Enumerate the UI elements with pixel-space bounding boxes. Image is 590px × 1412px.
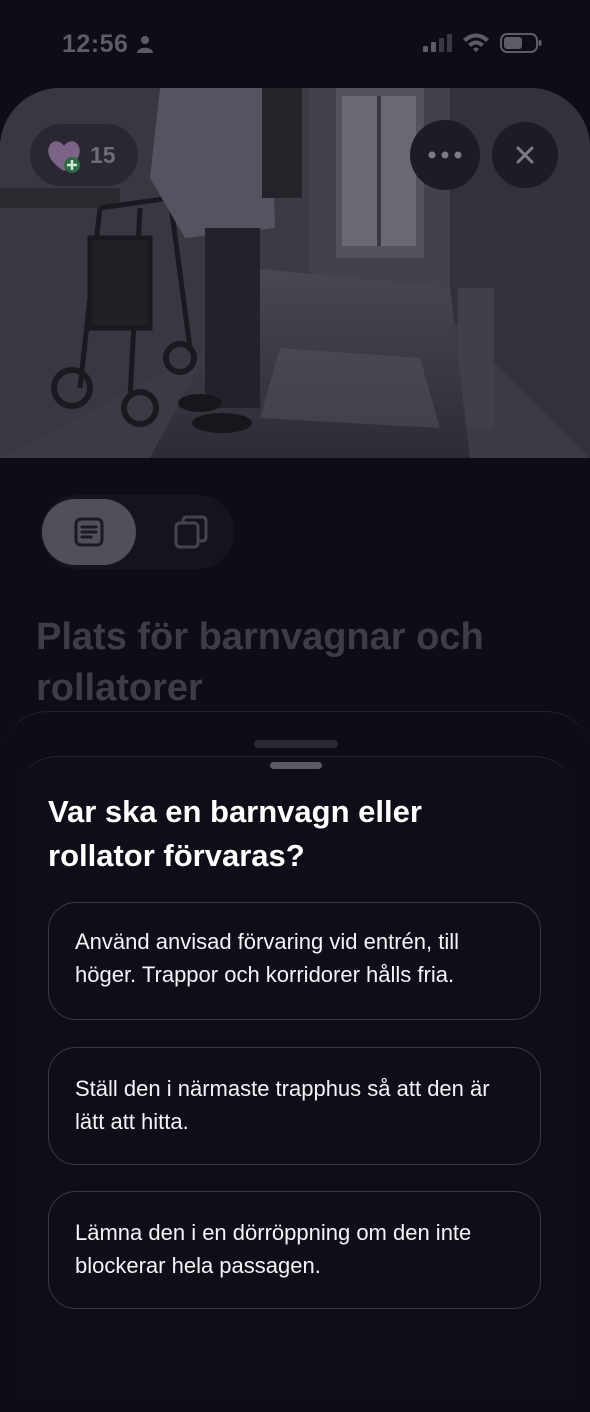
close-icon <box>516 146 534 164</box>
status-time: 12:56 <box>62 30 129 58</box>
more-button[interactable] <box>410 120 480 190</box>
person-icon <box>137 36 153 53</box>
page-title: Plats för barnvagnar och rollatorer <box>36 616 484 709</box>
wifi-icon <box>463 33 489 52</box>
sheet-drag-handle[interactable] <box>270 762 322 769</box>
answer-option-label: Lämna den i en dörröppning om den inte b… <box>75 1220 472 1278</box>
answer-option-label: Ställ den i närmaste trapphus så att den… <box>75 1076 490 1134</box>
question-text: Var ska en barnvagn eller rollator förva… <box>48 794 422 873</box>
hearts-badge[interactable]: 15 <box>30 124 138 186</box>
document-icon <box>74 517 104 547</box>
signal-icon <box>423 34 452 52</box>
answer-option-label: Använd anvisad förvaring vid entrén, til… <box>75 929 459 987</box>
ellipsis-icon <box>428 151 462 159</box>
view-toggle <box>40 495 234 569</box>
answer-option-3[interactable]: Lämna den i en dörröppning om den inte b… <box>48 1191 541 1309</box>
heart-plus-icon <box>48 141 80 173</box>
answer-option-1[interactable]: Använd anvisad förvaring vid entrén, til… <box>48 902 541 1020</box>
close-button[interactable] <box>492 122 558 188</box>
cards-icon[interactable] <box>172 513 210 551</box>
answer-option-2[interactable]: Ställ den i närmaste trapphus så att den… <box>48 1047 541 1165</box>
badge-count: 15 <box>90 141 116 168</box>
sheet-handle-back <box>254 740 338 748</box>
status-bar: 12:56 <box>0 0 590 88</box>
battery-icon <box>500 33 542 53</box>
tab-text-view[interactable] <box>42 499 136 565</box>
